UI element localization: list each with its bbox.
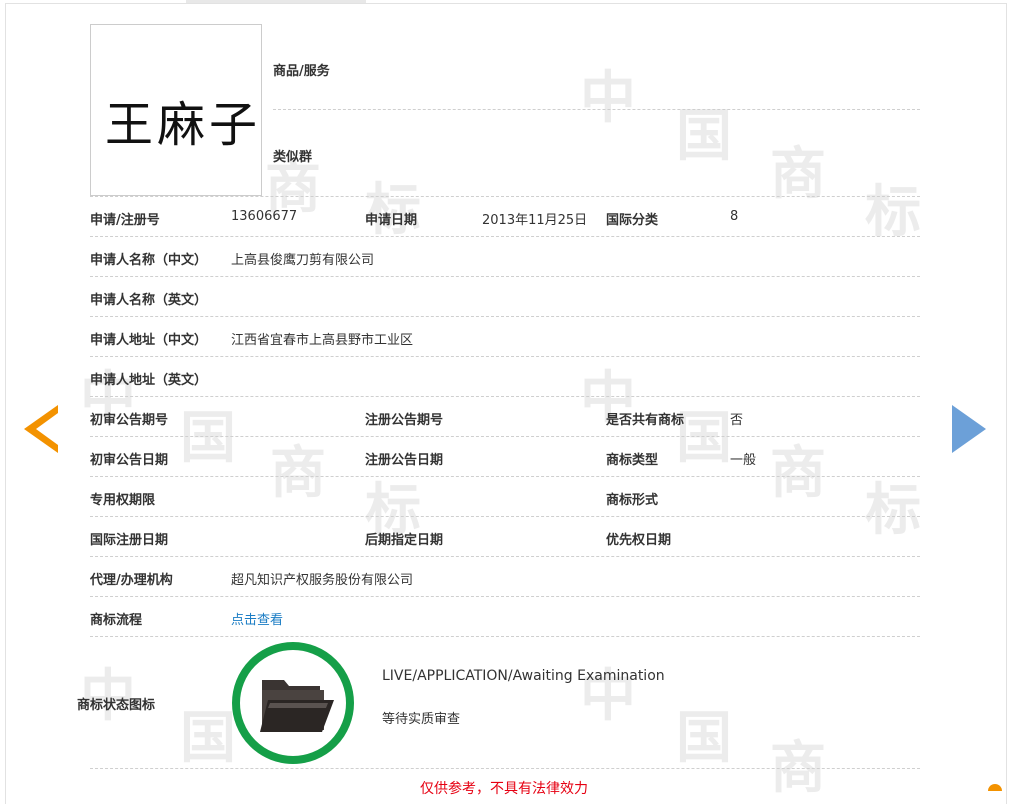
address-en-label: 申请人地址（英文） [90,373,208,388]
later-designation-label: 后期指定日期 [365,533,444,548]
app-date-value: 2013年11月25日 [482,213,588,228]
priority-date-label: 优先权日期 [606,533,672,548]
divider [90,396,920,397]
status-text-english: LIVE/APPLICATION/Awaiting Examination [382,668,665,684]
status-icon-label: 商标状态图标 [77,698,156,713]
shared-tm-value: 否 [730,413,744,428]
trademark-image-text: 王麻子 [105,97,262,153]
next-arrow-icon[interactable] [930,405,986,453]
divider [90,476,920,477]
similar-group-label: 类似群 [273,150,313,165]
process-label: 商标流程 [90,613,143,628]
divider [90,356,920,357]
corner-tab-marker [988,784,1002,791]
divider [90,196,920,197]
exclusive-period-label: 专用权期限 [90,493,156,508]
divider [90,768,920,769]
process-view-link[interactable]: 点击查看 [231,609,283,628]
reg-pub-date-label: 注册公告日期 [365,453,444,468]
folder-icon [260,680,334,732]
top-tab-strip [186,0,366,3]
intl-reg-date-label: 国际注册日期 [90,533,169,548]
shared-tm-label: 是否共有商标 [606,413,685,428]
intl-class-value: 8 [730,209,739,224]
applicant-en-label: 申请人名称（英文） [90,293,208,308]
divider [90,516,920,517]
divider [90,436,920,437]
divider [90,556,920,557]
previous-arrow-icon[interactable] [24,405,58,453]
divider [90,636,920,637]
divider [90,276,920,277]
reg-no-value: 13606677 [231,209,298,224]
disclaimer-text: 仅供参考，不具有法律效力 [420,781,588,797]
goods-services-label: 商品/服务 [273,64,330,79]
divider [90,236,920,237]
applicant-cn-label: 申请人名称（中文） [90,253,208,268]
divider [273,109,920,110]
prelim-pub-no-label: 初审公告期号 [90,413,169,428]
agency-label: 代理/办理机构 [90,573,173,588]
address-cn-label: 申请人地址（中文） [90,333,208,348]
divider [90,316,920,317]
tm-form-label: 商标形式 [606,493,659,508]
intl-class-label: 国际分类 [606,213,659,228]
reg-no-label: 申请/注册号 [90,213,160,228]
address-cn-value: 江西省宜春市上高县野市工业区 [231,333,414,348]
divider [90,596,920,597]
tm-type-label: 商标类型 [606,453,659,468]
reg-pub-no-label: 注册公告期号 [365,413,444,428]
applicant-cn-value: 上高县俊鹰刀剪有限公司 [231,253,375,268]
prelim-pub-date-label: 初审公告日期 [90,453,169,468]
app-date-label: 申请日期 [365,213,418,228]
status-text-chinese: 等待实质审查 [382,712,461,727]
agency-value: 超凡知识产权服务股份有限公司 [231,573,414,588]
status-badge [232,642,354,764]
trademark-image: 王麻子 [90,24,262,196]
tm-type-value: 一般 [730,453,757,468]
